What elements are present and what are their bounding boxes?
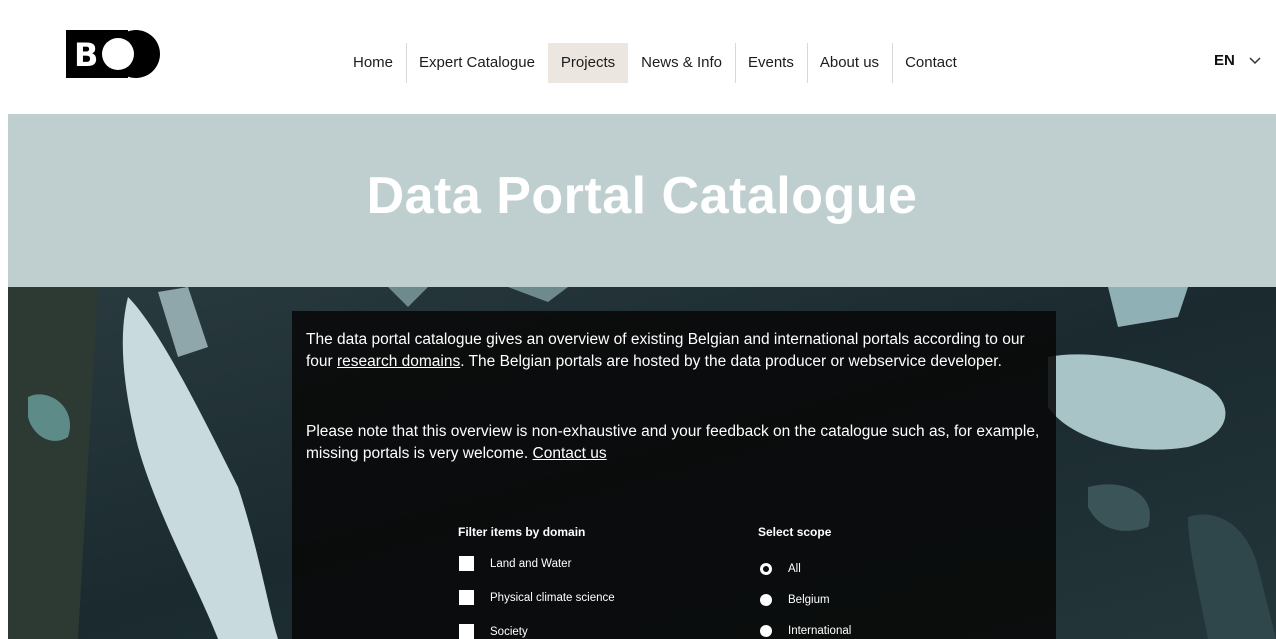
feedback-text: Please note that this overview is non-ex… (306, 423, 1040, 462)
nav-home[interactable]: Home (340, 43, 406, 83)
intro-paragraph: The data portal catalogue gives an overv… (306, 329, 1046, 373)
checkbox-label: Physical climate science (490, 591, 615, 604)
radio-label: Belgium (788, 594, 830, 606)
feedback-paragraph: Please note that this overview is non-ex… (306, 421, 1046, 465)
contact-us-link[interactable]: Contact us (533, 445, 607, 462)
nav-contact[interactable]: Contact (892, 43, 970, 83)
intro-text-end: . The Belgian portals are hosted by the … (460, 353, 1002, 370)
domain-filter-title: Filter items by domain (458, 525, 586, 539)
page-banner: Data Portal Catalogue (8, 114, 1276, 287)
radio-label: International (788, 625, 852, 637)
main-navigation: Home Expert Catalogue Projects News & In… (340, 43, 970, 83)
checkbox[interactable] (459, 556, 474, 571)
checkbox[interactable] (459, 624, 474, 639)
nav-projects[interactable]: Projects (547, 43, 629, 83)
svg-text:B: B (74, 36, 98, 74)
scope-filter-title: Select scope (758, 525, 832, 539)
page-title: Data Portal Catalogue (366, 167, 918, 225)
research-domains-link[interactable]: research domains (337, 353, 460, 370)
language-label: EN (1214, 52, 1235, 69)
scope-radio-all[interactable]: All (760, 563, 801, 575)
chevron-down-icon (1249, 56, 1261, 64)
nav-about-us[interactable]: About us (806, 43, 892, 83)
checkbox[interactable] (459, 590, 474, 605)
language-selector[interactable]: EN (1214, 52, 1261, 69)
scope-radio-international[interactable]: International (760, 625, 851, 637)
nav-news-info[interactable]: News & Info (628, 43, 735, 83)
checkbox-label: Land and Water (490, 557, 572, 570)
nav-events[interactable]: Events (734, 43, 807, 83)
site-header: B Home Expert Catalogue Projects News & … (0, 0, 1276, 114)
domain-checkbox-physical-climate[interactable]: Physical climate science (459, 590, 615, 605)
info-panel: The data portal catalogue gives an overv… (292, 311, 1056, 639)
scope-radio-belgium[interactable]: Belgium (760, 594, 830, 606)
domain-checkbox-land-water[interactable]: Land and Water (459, 556, 571, 571)
radio-label: All (788, 563, 801, 575)
site-logo[interactable]: B (66, 28, 162, 80)
domain-checkbox-society[interactable]: Society (459, 624, 528, 639)
radio-button[interactable] (760, 625, 772, 637)
radio-button[interactable] (760, 563, 772, 575)
radio-button[interactable] (760, 594, 772, 606)
nav-expert-catalogue[interactable]: Expert Catalogue (406, 43, 548, 83)
checkbox-label: Society (490, 625, 528, 638)
